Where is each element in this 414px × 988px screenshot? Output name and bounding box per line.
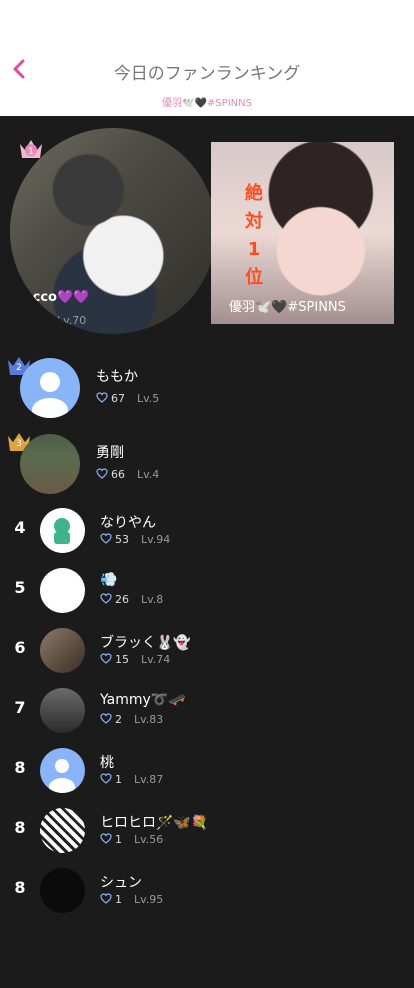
svg-text:3: 3 [16,439,22,449]
rank-number: 4 [14,518,26,537]
user-name: 💨 [100,572,118,588]
promo-banner[interactable]: 絶 対 1 位 優羽🕊️🖤#SPINNS [211,142,394,324]
user-name: なりやん [100,515,156,531]
streamer-subtitle: 優羽🕊️🖤#SPINNS [0,92,414,116]
user-stats: 15 Lv.74 [100,653,170,666]
top-fan-name: cocco💜💜 [16,290,90,305]
user-stats: 1 Lv.56 [100,833,163,846]
heart-icon [100,533,112,544]
user-name: 桃 [100,755,114,771]
default-user-icon [49,759,75,793]
header: 今日のファンランキング [0,0,414,93]
ranking-row[interactable]: 5 💨 26 Lv.8 [0,560,414,620]
top-fan-level: Lv.70 [57,314,87,327]
user-stats: 67 Lv.5 [96,392,159,405]
rank-number: 6 [14,638,26,657]
top-fan-stats: 69 Lv.70 [16,314,86,327]
ranking-row[interactable]: 8 桃 1 Lv.87 [0,740,414,800]
avatar [40,808,85,853]
avatar [40,508,85,553]
user-name: 勇剛 [96,445,124,461]
heart-icon [100,713,112,724]
rank-number: 8 [14,818,26,837]
rank-number: 8 [14,878,26,897]
banner-caption: 優羽🕊️🖤#SPINNS [229,300,346,315]
user-name: シュン [100,875,142,891]
user-stats: 1 Lv.87 [100,773,163,786]
avatar [40,748,85,793]
default-user-icon [32,372,68,418]
rank-number: 8 [14,758,26,777]
avatar [40,688,85,733]
banner-vertical-text: 絶 対 1 位 [245,183,263,288]
svg-text:2: 2 [16,363,22,373]
rank-1-crown-icon: 1 [20,140,42,158]
rank-number: 7 [14,698,26,717]
ranking-row[interactable]: 6 ブラッく🐰👻 15 Lv.74 [0,620,414,680]
top-fan-likes: 69 [31,314,45,327]
user-stats: 1 Lv.95 [100,893,163,906]
user-name: ヒロヒロ🪄🦋💐 [100,815,209,831]
heart-icon [100,893,112,904]
heart-icon [96,468,108,479]
ranking-row[interactable]: 4 なりやん 53 Lv.94 [0,500,414,560]
avatar [40,568,85,613]
user-stats: 2 Lv.83 [100,713,163,726]
ranking-row[interactable]: 8 シュン 1 Lv.95 [0,860,414,920]
avatar [20,358,80,418]
avatar [40,868,85,913]
heart-icon [100,653,112,664]
avatar [20,434,80,494]
heart-icon [96,392,108,403]
ranking-row[interactable]: 7 Yammy➰🛹 2 Lv.83 [0,680,414,740]
rank-1-number: 1 [28,147,34,157]
ranking-row[interactable]: 2 ももか 67 Lv.5 [0,356,414,418]
avatar [40,628,85,673]
heart-icon [100,593,112,604]
ranking-row[interactable]: 8 ヒロヒロ🪄🦋💐 1 Lv.56 [0,800,414,860]
ranking-row[interactable]: 3 勇剛 66 Lv.4 [0,432,414,494]
user-name: Yammy➰🛹 [100,692,186,708]
user-name: ももか [96,369,138,385]
heart-icon [100,773,112,784]
user-stats: 26 Lv.8 [100,593,163,606]
heart-icon [100,833,112,844]
user-stats: 66 Lv.4 [96,468,159,481]
heart-icon [16,314,28,325]
user-stats: 53 Lv.94 [100,533,170,546]
rank-number: 5 [14,578,26,597]
page-title: 今日のファンランキング [113,64,301,84]
user-name: ブラッく🐰👻 [100,635,191,651]
